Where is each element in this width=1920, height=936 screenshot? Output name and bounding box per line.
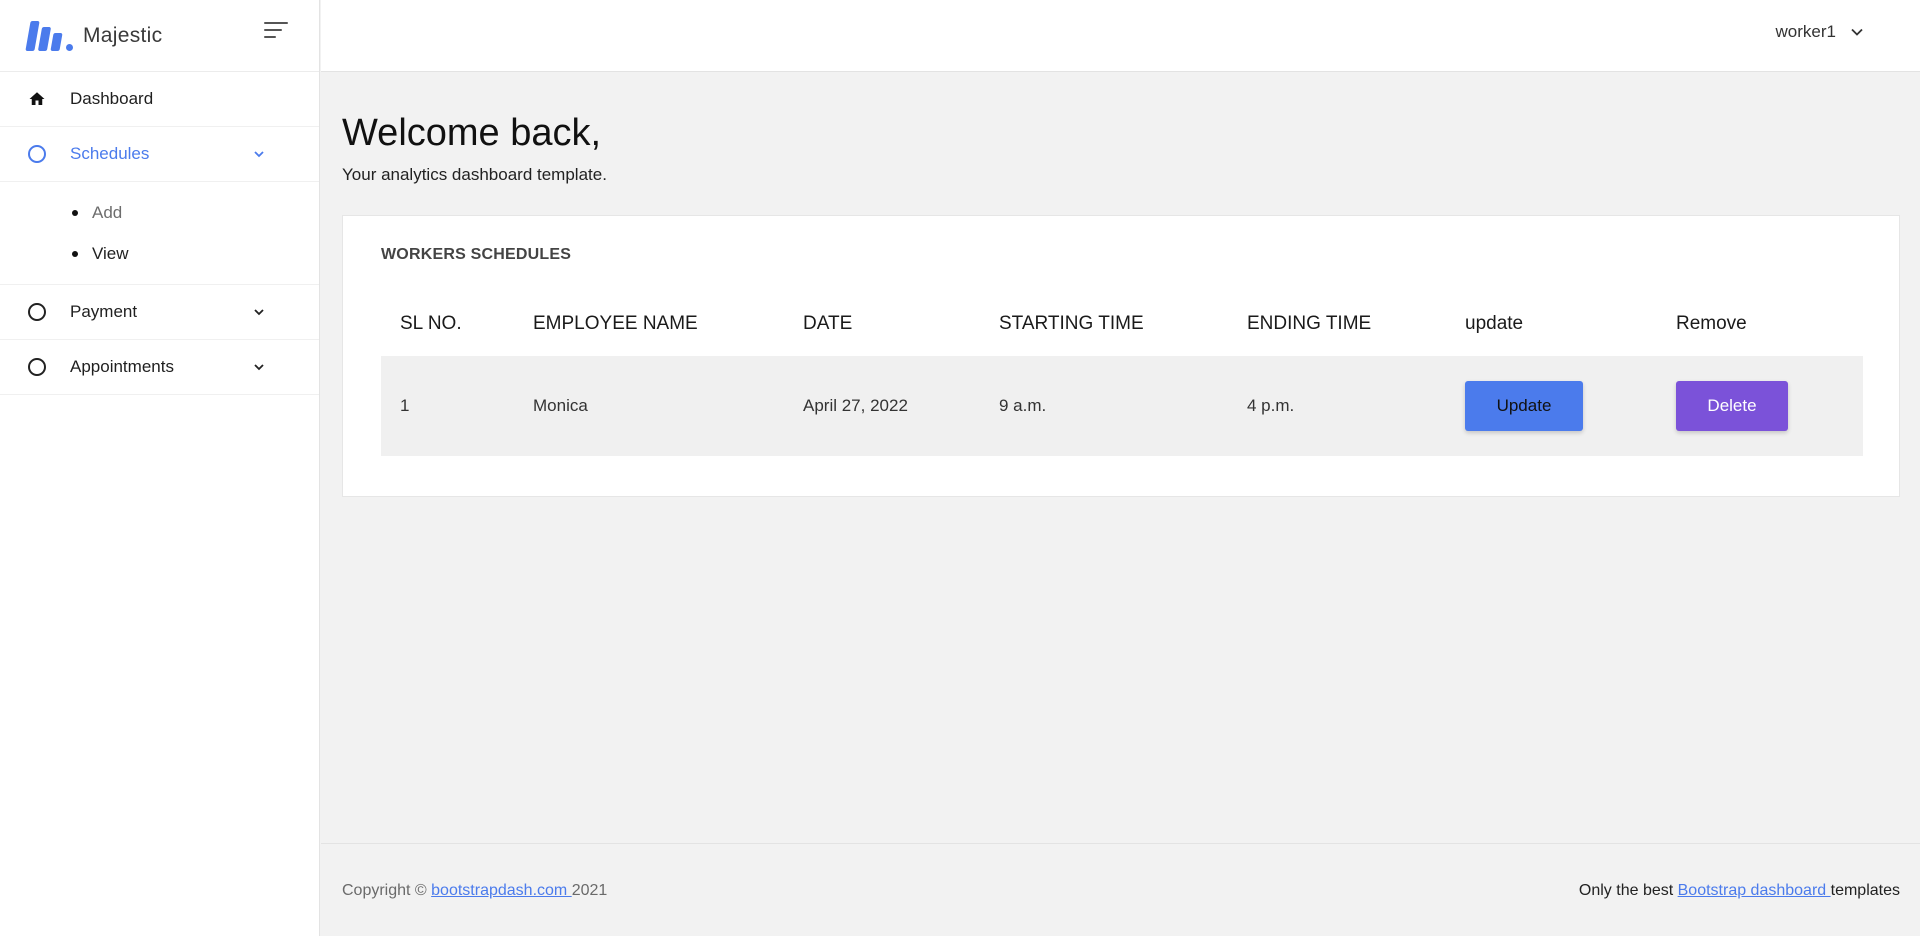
table-row: 1 Monica April 27, 2022 9 a.m. 4 p.m. Up…	[381, 356, 1863, 456]
topbar: worker1	[321, 0, 1920, 72]
sidebar-item-label: Payment	[70, 302, 138, 321]
bootstrap-dashboard-link[interactable]: Bootstrap dashboard	[1678, 882, 1831, 899]
column-header: STARTING TIME	[999, 313, 1144, 334]
menu-toggle-icon[interactable]	[264, 22, 290, 42]
cell-remove: Delete	[1657, 356, 1863, 456]
user-menu[interactable]: worker1	[1776, 22, 1864, 42]
column-header: update	[1465, 313, 1524, 334]
sidebar-item-dashboard[interactable]: Dashboard	[0, 72, 319, 127]
chevron-down-icon[interactable]	[252, 360, 266, 374]
bullet-icon	[72, 209, 78, 216]
submenu-item-label: View	[92, 243, 129, 263]
submenu-item-view[interactable]: View	[70, 233, 319, 274]
chevron-down-icon[interactable]	[252, 305, 266, 319]
footer-tagline-prefix: Only the best	[1578, 882, 1678, 899]
page-title: Welcome back,	[342, 112, 602, 154]
chevron-down-icon[interactable]	[252, 147, 266, 161]
brand-logo-icon[interactable]	[25, 20, 73, 51]
page-subtitle: Your analytics dashboard template.	[342, 165, 607, 184]
cell-starting-time: 9 a.m.	[980, 356, 1228, 456]
footer: Copyright © bootstrapdash.com 2021 Only …	[321, 843, 1920, 936]
sidebar-item-schedules[interactable]: Schedules	[0, 127, 319, 182]
cell-ending-time: 4 p.m.	[1228, 356, 1446, 456]
main-content: Welcome back, Your analytics dashboard t…	[342, 72, 1900, 497]
sidebar-item-label: Appointments	[70, 357, 174, 376]
submenu-item-add[interactable]: Add	[70, 192, 319, 233]
circle-icon	[27, 302, 47, 322]
circle-icon	[27, 357, 47, 377]
column-header: Remove	[1676, 313, 1747, 334]
schedules-submenu: Add View	[0, 182, 319, 285]
sidebar-item-label: Dashboard	[70, 89, 154, 108]
cell-sl: 1	[381, 356, 514, 456]
sidebar-item-label: Schedules	[70, 144, 150, 163]
sidebar-item-payment[interactable]: Payment	[0, 285, 319, 340]
table-header-row: SL NO. EMPLOYEE NAME DATE STARTING TIME …	[381, 292, 1863, 356]
brand-name[interactable]: Majestic	[83, 24, 162, 48]
user-name: worker1	[1775, 22, 1836, 41]
brand: Majestic	[0, 0, 319, 72]
schedules-card: WORKERS SCHEDULES SL NO. EMPLOYEE NAME D…	[342, 215, 1900, 497]
home-icon	[27, 89, 47, 109]
footer-copyright-prefix: Copyright ©	[342, 882, 432, 899]
footer-tagline: Only the best Bootstrap dashboard templa…	[1579, 882, 1900, 900]
chevron-down-icon	[1851, 28, 1863, 36]
card-title: WORKERS SCHEDULES	[381, 246, 572, 263]
sidebar: Majestic Dashboard Schedules Add View Pa…	[0, 0, 320, 936]
bootstrapdash-link[interactable]: bootstrapdash.com	[431, 882, 572, 899]
column-header: DATE	[803, 313, 853, 334]
schedules-table: SL NO. EMPLOYEE NAME DATE STARTING TIME …	[381, 292, 1863, 456]
column-header: SL NO.	[400, 313, 462, 334]
bullet-icon	[72, 250, 78, 257]
column-header: EMPLOYEE NAME	[533, 313, 698, 334]
cell-employee-name: Monica	[514, 356, 784, 456]
cell-date: April 27, 2022	[784, 356, 980, 456]
circle-icon	[27, 144, 47, 164]
cell-update: Update	[1446, 356, 1657, 456]
update-button[interactable]: Update	[1465, 381, 1583, 431]
delete-button[interactable]: Delete	[1676, 381, 1788, 431]
footer-copyright-year: 2021	[571, 882, 608, 899]
submenu-item-label: Add	[92, 202, 123, 222]
footer-copyright: Copyright © bootstrapdash.com 2021	[342, 882, 607, 900]
footer-tagline-suffix: templates	[1830, 882, 1900, 899]
column-header: ENDING TIME	[1247, 313, 1372, 334]
sidebar-item-appointments[interactable]: Appointments	[0, 340, 319, 395]
